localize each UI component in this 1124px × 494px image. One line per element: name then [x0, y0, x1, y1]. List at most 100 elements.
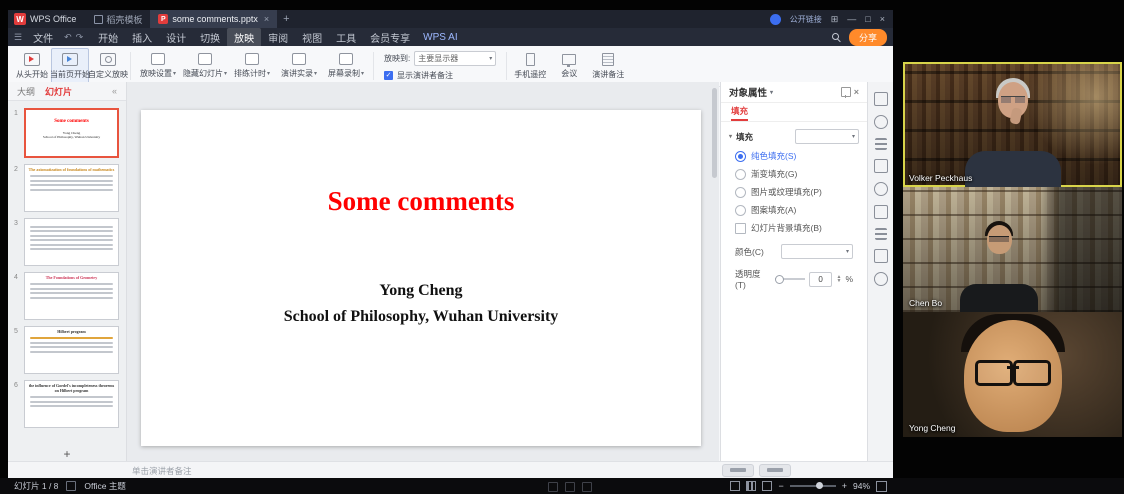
tab-slides[interactable]: 幻灯片 [45, 85, 72, 98]
menu-membership[interactable]: 会员专享 [363, 28, 417, 47]
lecture-record-button[interactable]: 演讲实录▾ [276, 48, 322, 84]
taskbar-icon[interactable] [565, 482, 575, 492]
fill-option-picture[interactable]: 图片或纹理填充(P) [721, 183, 867, 201]
transparency-slider[interactable] [775, 278, 805, 280]
slide-thumbnail-2[interactable]: The axiomatization of foundations of mat… [24, 164, 119, 212]
rail-icon-color-scheme[interactable] [874, 182, 888, 196]
participant-name: Yong Cheng [909, 423, 955, 433]
rail-icon-selection-pane[interactable] [874, 205, 888, 219]
normal-view-icon[interactable] [730, 481, 740, 491]
slide-thumbnail-6[interactable]: the influence of Goedel's incompleteness… [24, 380, 119, 428]
slide-thumbnail-5[interactable]: Hilbert program [24, 326, 119, 374]
zoom-percent[interactable]: 94% [853, 481, 870, 491]
slide-canvas[interactable]: Some comments Yong Cheng School of Philo… [141, 110, 701, 446]
home-tab[interactable]: 稻壳模板 [86, 10, 150, 28]
redo-icon[interactable]: ↷ [76, 32, 84, 43]
speaker-notes-button[interactable]: 演讲备注 [589, 48, 627, 84]
close-tab-icon[interactable]: × [264, 14, 269, 24]
fill-option-pattern[interactable]: 图案填充(A) [721, 201, 867, 219]
close-button[interactable]: × [880, 15, 885, 24]
phone-remote-button[interactable]: 手机遥控 [511, 48, 549, 84]
taskbar-icon[interactable] [548, 482, 558, 492]
minimize-button[interactable]: — [847, 15, 856, 24]
rail-icon-animation[interactable] [874, 159, 888, 173]
menu-file[interactable]: 文件 [26, 28, 60, 47]
zoom-knob[interactable] [816, 482, 823, 489]
menu-review[interactable]: 审阅 [261, 28, 295, 47]
slider-knob[interactable] [775, 275, 784, 284]
meeting-button[interactable]: 会议 [550, 48, 588, 84]
fill-option-solid[interactable]: 纯色填充(S) [721, 147, 867, 165]
fill-option-background[interactable]: 幻灯片背景填充(B) [721, 219, 867, 237]
fit-slide-icon[interactable] [876, 481, 887, 492]
chevron-down-icon[interactable]: ▾ [770, 89, 773, 96]
menu-insert[interactable]: 插入 [125, 28, 159, 47]
rehearse-timing-button[interactable]: 排练计时▾ [229, 48, 275, 84]
custom-show-button[interactable]: 自定义放映 [90, 48, 126, 84]
taskbar-icon[interactable] [582, 482, 592, 492]
menu-slideshow[interactable]: 放映 [227, 28, 261, 47]
collapse-panel-icon[interactable]: « [112, 86, 117, 96]
rail-icon-help[interactable] [874, 115, 888, 129]
rail-icon-bookmark[interactable] [874, 249, 888, 263]
fill-option-gradient[interactable]: 渐变填充(G) [721, 165, 867, 183]
slide-number: 1 [8, 108, 24, 158]
screen-record-button[interactable]: 屏幕录制▾ [323, 48, 369, 84]
show-settings-button[interactable]: 放映设置▾ [135, 48, 181, 84]
transparency-value[interactable]: 0 [809, 272, 833, 287]
slide-thumbnail-1[interactable]: Some comments Yong Cheng School of Philo… [24, 108, 119, 158]
user-avatar[interactable] [770, 14, 781, 25]
section-collapse-icon[interactable]: ▾ [729, 133, 732, 140]
share-status[interactable]: 公开链接 [790, 14, 822, 25]
pin-icon[interactable] [841, 87, 851, 97]
zoom-out-icon[interactable]: − [778, 481, 783, 491]
slide-thumbnail-3[interactable] [24, 218, 119, 266]
zoom-in-icon[interactable]: + [842, 481, 847, 491]
hide-slide-button[interactable]: 隐藏幻灯片▾ [182, 48, 228, 84]
video-tile-volker-peckhaus[interactable]: Volker Peckhaus [903, 62, 1122, 187]
stepper-icons[interactable]: ▲ ▼ [836, 275, 841, 283]
video-tile-chen-bo[interactable]: Chen Bo [903, 187, 1122, 312]
document-tab[interactable]: P some comments.pptx × [150, 10, 277, 28]
undo-icon[interactable]: ↶ [64, 32, 72, 43]
rail-icon-outline[interactable] [875, 138, 887, 150]
wps-ai-button[interactable]: WPS AI [423, 32, 457, 43]
share-button[interactable]: 分享 [849, 29, 887, 46]
rail-icon-find-replace[interactable] [875, 228, 887, 240]
speaker-notes-checkbox[interactable]: ✓ [384, 71, 393, 80]
tab-fill[interactable]: 填充 [731, 103, 748, 121]
search-icon[interactable] [832, 33, 841, 42]
menu-tools[interactable]: 工具 [329, 28, 363, 47]
menu-design[interactable]: 设计 [159, 28, 193, 47]
play-from-current-button[interactable]: 当前页开始 [51, 48, 89, 84]
layout-grid-icon[interactable]: ⊞ [831, 15, 839, 24]
display-target-select[interactable]: 主要显示器 ▾ [414, 51, 496, 66]
menu-home[interactable]: 开始 [91, 28, 125, 47]
slide-thumbnail-4[interactable]: The Foundations of Geometry [24, 272, 119, 320]
show-settings-icon [151, 53, 165, 65]
new-tab-button[interactable]: + [283, 13, 289, 25]
ribbon-separator [130, 52, 131, 80]
maximize-button[interactable]: □ [865, 15, 870, 24]
video-tile-yong-cheng[interactable]: Yong Cheng [903, 312, 1122, 437]
rail-icon-properties[interactable] [874, 92, 888, 106]
vertical-scrollbar[interactable] [712, 88, 717, 178]
notes-toggle-button[interactable] [722, 464, 754, 477]
close-panel-icon[interactable]: × [854, 87, 859, 97]
tab-outline[interactable]: 大纲 [17, 85, 35, 98]
hamburger-menu-icon[interactable]: ☰ [14, 32, 22, 43]
reading-view-icon[interactable] [762, 481, 772, 491]
new-slide-button[interactable]: + [8, 447, 126, 461]
color-select[interactable]: ▾ [781, 244, 853, 259]
zoom-slider[interactable] [790, 485, 836, 487]
rail-icon-clipboard[interactable] [874, 272, 888, 286]
play-from-start-button[interactable]: 从头开始 [14, 48, 50, 84]
slide-sorter-view-icon[interactable] [746, 481, 756, 491]
chevron-down-icon: ▾ [361, 70, 364, 77]
menu-transition[interactable]: 切换 [193, 28, 227, 47]
speaker-notes-hint[interactable]: 单击演讲者备注 [132, 465, 192, 477]
menu-view[interactable]: 视图 [295, 28, 329, 47]
participant-video [903, 187, 1122, 312]
fill-preset-select[interactable]: ▾ [795, 129, 859, 144]
comments-toggle-button[interactable] [759, 464, 791, 477]
